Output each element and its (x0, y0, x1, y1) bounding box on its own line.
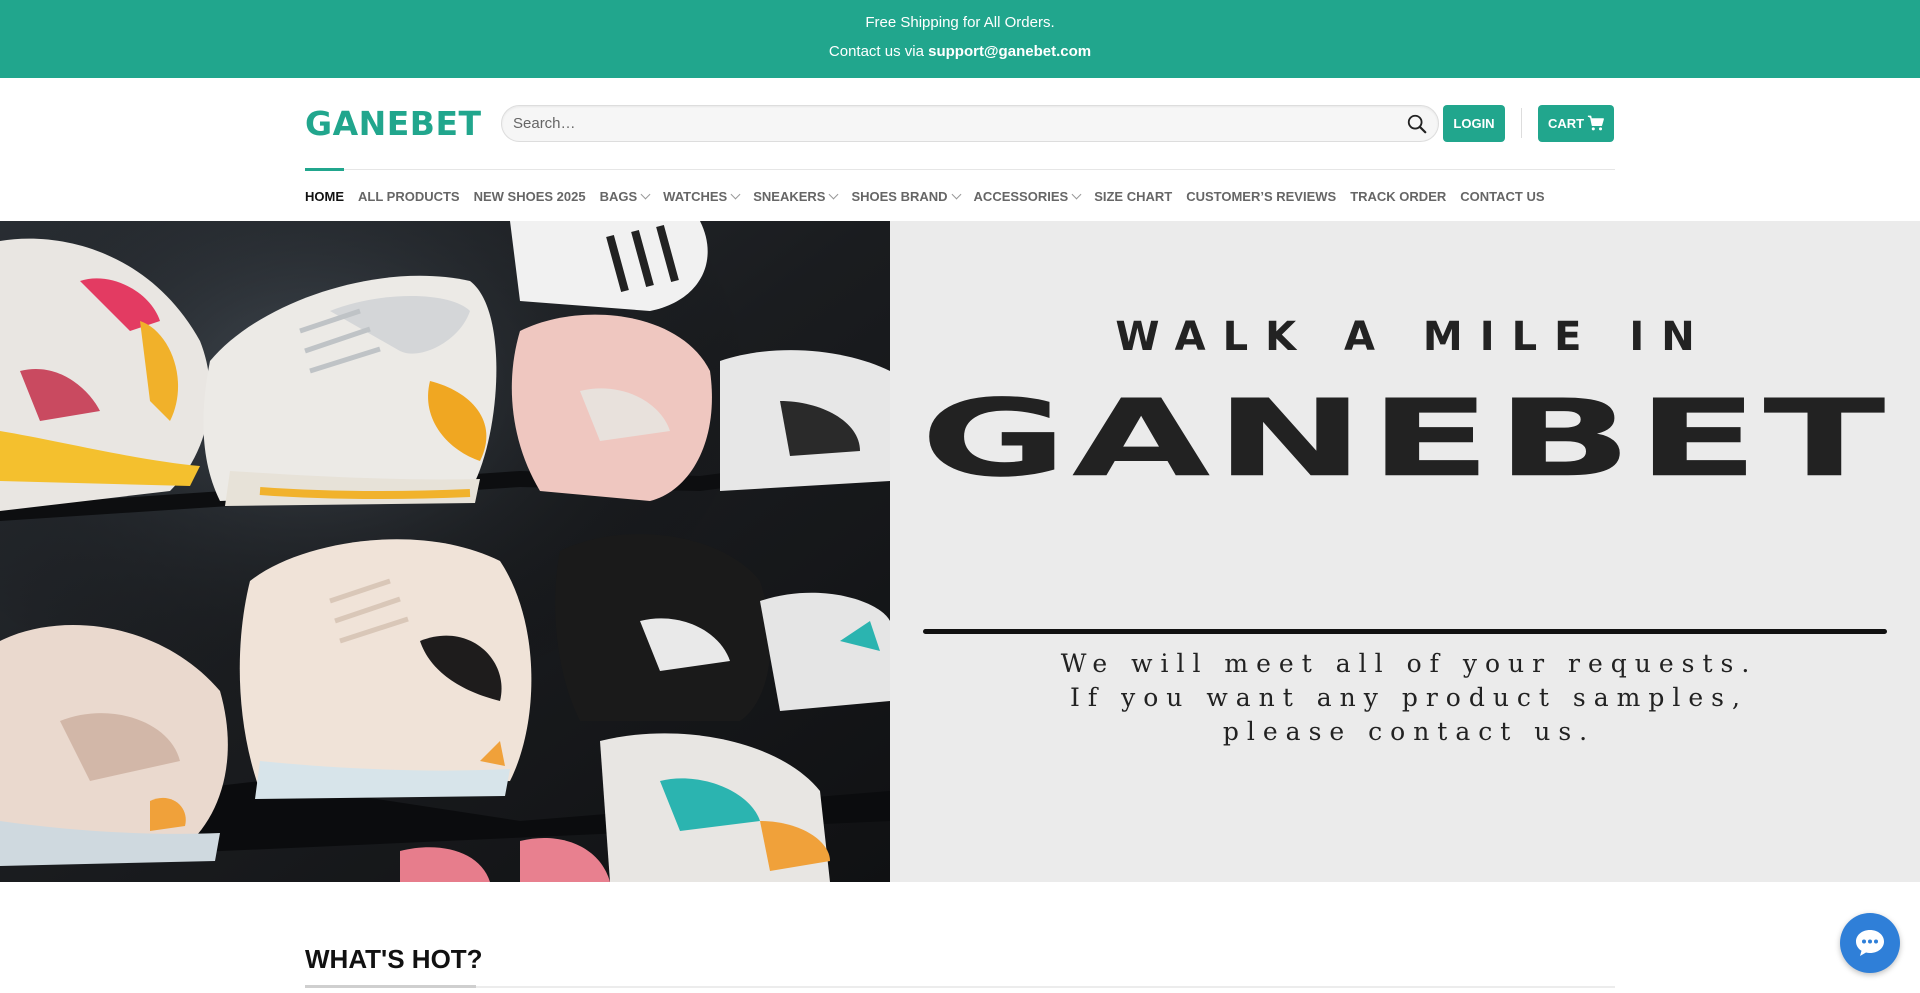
hero-banner: WALK A MILE IN GANEBET We will meet all … (0, 221, 1920, 882)
nav-item-track-order[interactable]: TRACK ORDER (1350, 186, 1446, 206)
nav-item-home[interactable]: HOME (305, 186, 344, 206)
nav-item-watches[interactable]: WATCHES (663, 186, 741, 206)
nav-item-all-products[interactable]: ALL PRODUCTS (358, 186, 460, 206)
nav-item-accessories[interactable]: ACCESSORIES (974, 186, 1082, 206)
hero-subtitle-line-3: please contact us. (1222, 717, 1596, 746)
hero-divider (923, 629, 1887, 634)
chevron-down-icon (1071, 189, 1082, 199)
cart-label: CART (1548, 116, 1585, 131)
hero-text-panel: WALK A MILE IN GANEBET We will meet all … (890, 221, 1920, 882)
shipping-notice: Free Shipping for All Orders. (865, 14, 1055, 31)
chat-bubble-icon (1856, 930, 1884, 956)
nav-item-new-shoes-2025[interactable]: NEW SHOES 2025 (474, 186, 586, 206)
hero-eyebrow: WALK A MILE IN (1115, 314, 1712, 360)
nav-item-size-chart[interactable]: SIZE CHART (1094, 186, 1172, 206)
sneaker-shelves-illustration (0, 221, 890, 882)
sneaker-bottom-center (239, 539, 532, 799)
site-logo[interactable]: GANEBET (305, 104, 482, 143)
support-email-link[interactable]: support@ganebet.com (928, 43, 1091, 60)
main-nav: HOME ALL PRODUCTS NEW SHOES 2025 BAGS WA… (305, 186, 1559, 206)
hero-brand-title: GANEBET (920, 376, 1890, 501)
section-divider (305, 986, 1615, 988)
nav-item-customers-reviews[interactable]: CUSTOMER’S REVIEWS (1186, 186, 1336, 206)
chevron-down-icon (829, 189, 839, 199)
cart-button[interactable]: CART (1538, 105, 1614, 142)
hero-subtitle-line-2: If you want any product samples, (1070, 683, 1748, 712)
nav-divider (305, 169, 1615, 170)
cart-icon (1587, 115, 1604, 131)
hero-subtitle-line-1: We will meet all of your requests. (1060, 649, 1758, 678)
announcement-bar: Free Shipping for All Orders. Contact us… (0, 0, 1920, 78)
search-form (501, 105, 1439, 142)
nav-item-sneakers[interactable]: SNEAKERS (753, 186, 839, 206)
chevron-down-icon (951, 189, 961, 199)
site-header: GANEBET LOGIN CART HOME ALL PRODUCTS NEW… (0, 78, 1920, 221)
sneaker-wall-photo (0, 221, 890, 882)
login-button[interactable]: LOGIN (1443, 105, 1505, 142)
nav-item-shoes-brand[interactable]: SHOES BRAND (851, 186, 961, 206)
chevron-down-icon (640, 189, 651, 199)
section-title-whats-hot: WHAT'S HOT? (305, 944, 483, 974)
nav-item-bags[interactable]: BAGS (600, 186, 651, 206)
header-divider (1521, 108, 1522, 138)
nav-active-indicator (305, 168, 344, 171)
search-input[interactable] (502, 106, 1382, 141)
chat-widget-button[interactable] (1840, 913, 1900, 973)
search-icon[interactable] (1406, 113, 1428, 135)
section-divider-accent (305, 985, 476, 988)
nav-item-contact-us[interactable]: CONTACT US (1460, 186, 1544, 206)
hero-subtitle: We will meet all of your requests. If yo… (890, 647, 1920, 749)
contact-prefix: Contact us via (828, 43, 929, 60)
contact-notice: Contact us via support@ganebet.com (0, 43, 1920, 60)
chevron-down-icon (730, 189, 741, 199)
